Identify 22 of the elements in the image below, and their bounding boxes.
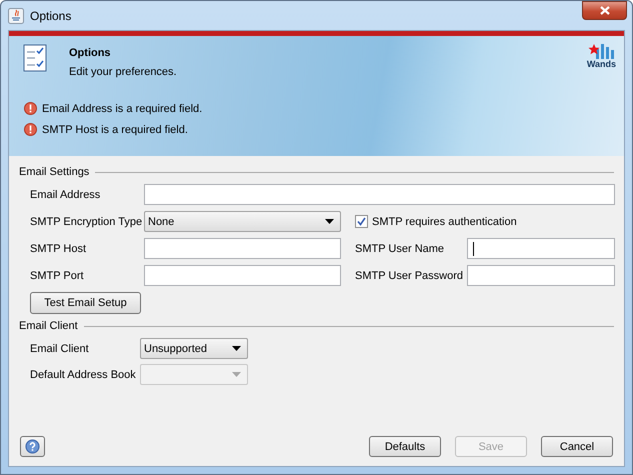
field-label: SMTP Host <box>30 242 88 254</box>
dialog-button[interactable]: Cancel <box>541 436 613 457</box>
section-title: Email Settings <box>19 166 90 178</box>
dropdown[interactable]: Unsupported <box>140 338 248 359</box>
error-message: SMTP Host is a required field. <box>42 124 188 136</box>
header-title: Options <box>69 47 112 59</box>
field-label: SMTP User Name <box>355 242 446 254</box>
window-title: Options <box>30 8 72 22</box>
field-label: Email Address <box>30 188 102 200</box>
error-message: Email Address is a required field. <box>42 102 202 114</box>
field-label: SMTP Encryption Type <box>30 216 144 228</box>
field-label: SMTP User Password <box>355 270 464 282</box>
checkbox-label[interactable]: SMTP requires authentication <box>372 216 517 228</box>
logo: Wands <box>586 43 616 69</box>
field-label: Default Address Book <box>30 368 137 380</box>
header-subtitle: Edit your preferences. <box>69 66 177 78</box>
section-title: Email Client <box>19 320 78 332</box>
field-label: Email Client <box>30 342 90 354</box>
dialog-button[interactable]: Defaults <box>369 436 441 457</box>
test-email-button[interactable]: Test Email Setup <box>30 292 141 314</box>
field-label: SMTP Port <box>30 270 85 282</box>
dropdown[interactable]: None <box>144 211 341 232</box>
